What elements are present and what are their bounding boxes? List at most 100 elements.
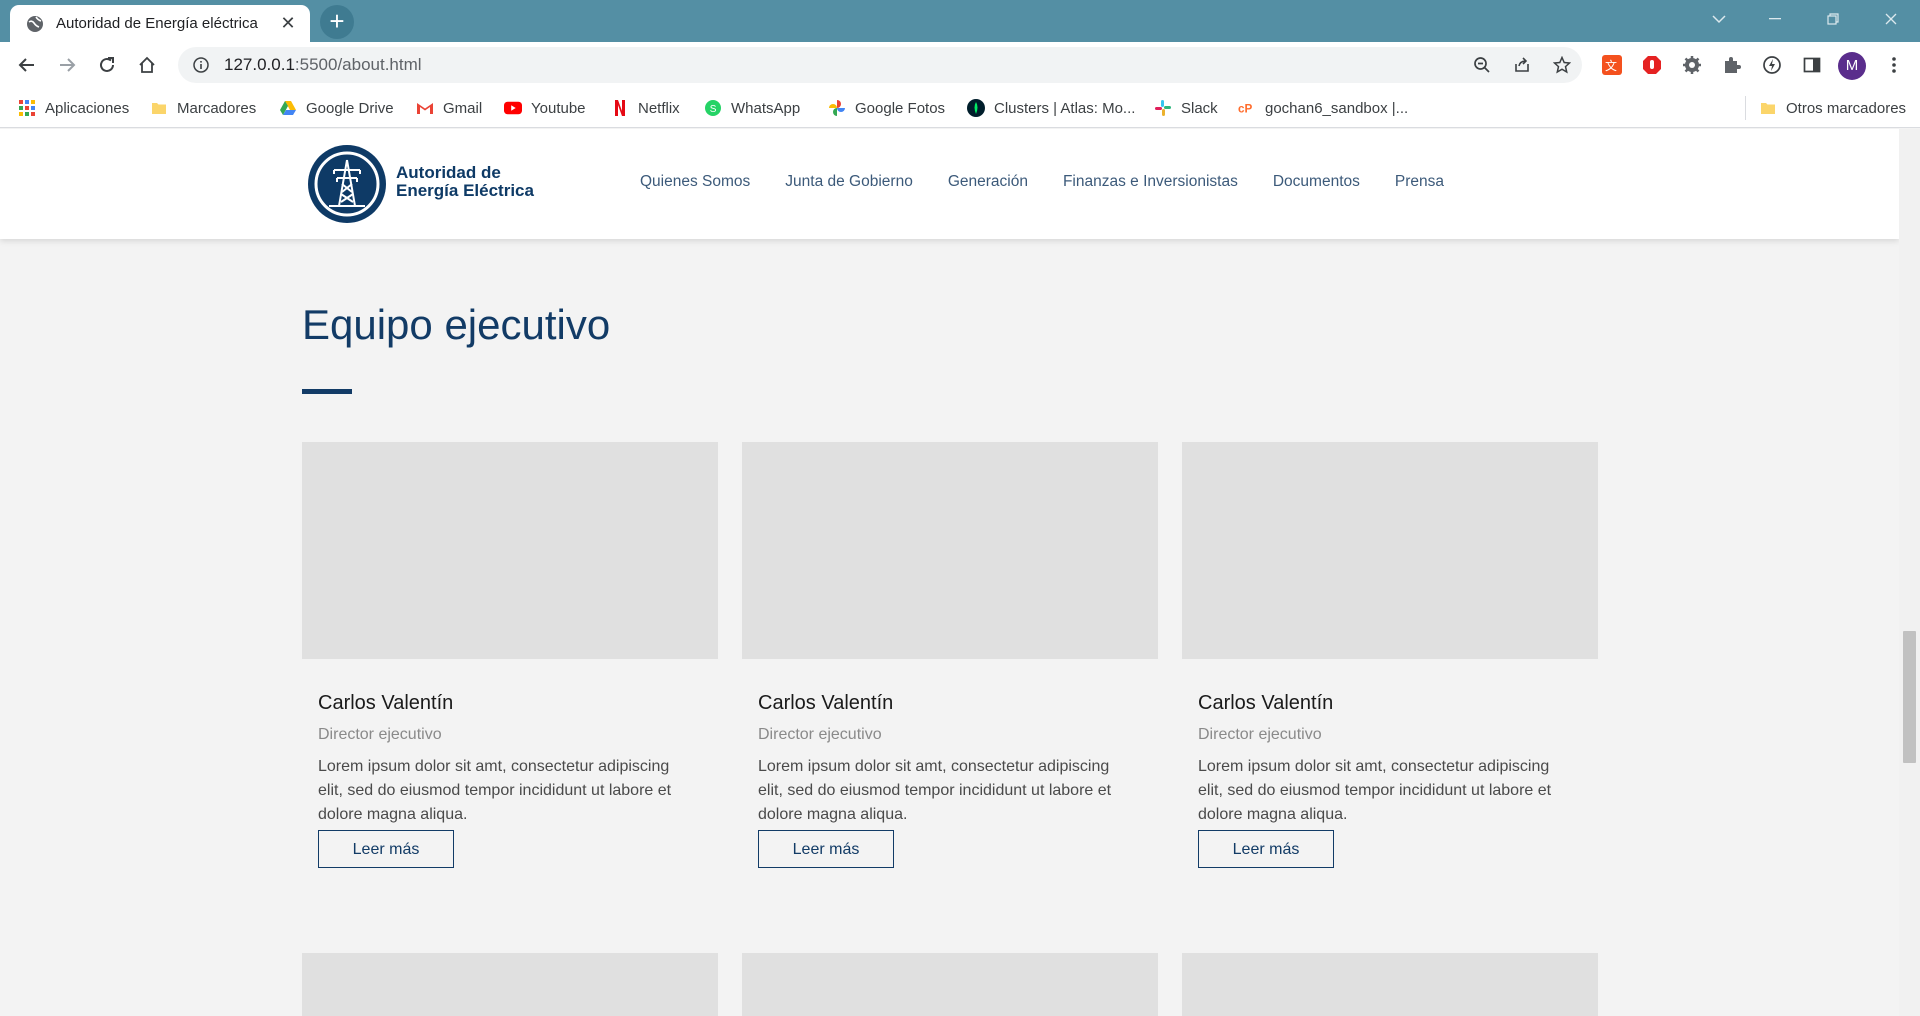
forward-arrow-icon[interactable] [52, 50, 82, 80]
mongodb-icon [967, 99, 985, 117]
folder-icon [1759, 99, 1777, 117]
apps-grid-icon [18, 99, 36, 117]
url-text: 127.0.0.1:5500/about.html [224, 55, 422, 75]
google-drive-icon [279, 99, 297, 117]
team-card-partial [302, 953, 718, 1016]
team-card: Carlos Valentín Director ejecutivo Lorem… [302, 442, 718, 868]
power-tower-logo-icon[interactable] [307, 144, 387, 224]
member-description: Lorem ipsum dolor sit amt, consectetur a… [758, 758, 1112, 823]
team-card: Carlos Valentín Director ejecutivo Lorem… [1182, 442, 1598, 868]
zoom-icon[interactable] [1468, 51, 1496, 79]
back-arrow-icon[interactable] [12, 50, 42, 80]
bookmark-clusters-atlas[interactable]: Clusters | Atlas: Mo... [967, 97, 1135, 119]
adblock-extension-icon[interactable] [1638, 51, 1666, 79]
svg-text:S: S [710, 104, 717, 115]
bookmark-label: Gmail [443, 99, 483, 117]
bookmark-label: Google Drive [306, 99, 394, 117]
bookmark-youtube[interactable]: Youtube [504, 97, 586, 119]
tab-close-icon[interactable]: ✕ [278, 13, 298, 34]
bookmark-label: Slack [1181, 99, 1218, 117]
nav-junta-de-gobierno[interactable]: Junta de Gobierno [785, 173, 913, 191]
scrollbar-thumb[interactable] [1903, 631, 1916, 763]
member-role: Director ejecutivo [758, 726, 882, 743]
photo-placeholder [1182, 442, 1598, 659]
bookmark-star-icon[interactable] [1548, 51, 1576, 79]
member-name: Carlos Valentín [318, 692, 454, 714]
bookmark-label: Marcadores [177, 99, 257, 117]
member-name: Carlos Valentín [758, 692, 894, 714]
restore-icon[interactable] [1808, 0, 1858, 38]
read-more-button[interactable]: Leer más [758, 830, 894, 868]
tab-search-icon[interactable] [1694, 0, 1744, 38]
nav-quienes-somos[interactable]: Quienes Somos [640, 173, 750, 191]
read-more-button[interactable]: Leer más [318, 830, 454, 868]
google-photos-icon [828, 99, 846, 117]
url-path: :5500/about.html [294, 55, 422, 74]
extensions-puzzle-icon[interactable] [1718, 51, 1746, 79]
globe-icon [26, 15, 44, 33]
profile-avatar[interactable]: M [1838, 52, 1866, 80]
new-tab-button[interactable]: + [320, 5, 354, 39]
address-bar[interactable]: 127.0.0.1:5500/about.html [178, 47, 1582, 83]
youtube-icon [504, 99, 522, 117]
member-role: Director ejecutivo [1198, 726, 1322, 743]
bookmark-gochan6-sandbox[interactable]: cP gochan6_sandbox |... [1238, 97, 1408, 119]
bookmark-google-fotos[interactable]: Google Fotos [828, 97, 945, 119]
more-menu-icon[interactable] [1880, 51, 1908, 79]
member-description: Lorem ipsum dolor sit amt, consectetur a… [1198, 758, 1552, 823]
bookmark-netflix[interactable]: Netflix [611, 97, 680, 119]
reload-icon[interactable] [92, 50, 122, 80]
bookmark-slack[interactable]: Slack [1154, 97, 1218, 119]
nav-finanzas[interactable]: Finanzas e Inversionistas [1063, 173, 1238, 191]
folder-icon [150, 99, 168, 117]
bookmark-label: WhatsApp [731, 99, 801, 117]
browser-toolbar: 127.0.0.1:5500/about.html 文 M [0, 42, 1920, 88]
nav-generacion[interactable]: Generación [948, 173, 1028, 191]
brand-line-1: Autoridad de [396, 163, 501, 182]
bookmark-label: gochan6_sandbox |... [1265, 99, 1409, 117]
photo-placeholder [742, 953, 1158, 1016]
page-scrollbar[interactable] [1899, 129, 1920, 1016]
bookmark-marcadores[interactable]: Marcadores [150, 97, 256, 119]
read-more-button[interactable]: Leer más [1198, 830, 1334, 868]
photo-placeholder [1182, 953, 1598, 1016]
bookmark-google-drive[interactable]: Google Drive [279, 97, 394, 119]
browser-tab-active[interactable]: Autoridad de Energía eléctrica ✕ [10, 5, 310, 42]
share-icon[interactable] [1508, 51, 1536, 79]
page-title: Equipo ejecutivo [302, 301, 611, 348]
info-icon[interactable] [192, 56, 210, 74]
settings-extension-icon[interactable] [1678, 51, 1706, 79]
bookmark-gmail[interactable]: Gmail [416, 97, 482, 119]
team-card: Carlos Valentín Director ejecutivo Lorem… [742, 442, 1158, 868]
bookmark-otros-marcadores[interactable]: Otros marcadores [1759, 97, 1906, 119]
bookmark-label: Netflix [638, 99, 680, 117]
photo-placeholder [302, 442, 718, 659]
bookmarks-bar: Aplicaciones Marcadores Google Drive Gma… [0, 88, 1920, 128]
translate-extension-icon[interactable]: 文 [1598, 51, 1626, 79]
close-window-icon[interactable] [1866, 0, 1916, 38]
bookmark-label: Youtube [531, 99, 586, 117]
member-name: Carlos Valentín [1198, 692, 1334, 714]
netflix-icon [611, 99, 629, 117]
minimize-icon[interactable] [1750, 0, 1800, 38]
bookmark-label: Google Fotos [855, 99, 946, 117]
nav-documentos[interactable]: Documentos [1273, 173, 1360, 191]
main-nav: Quienes Somos Junta de Gobierno Generaci… [640, 173, 1444, 191]
browser-tab-bar: Autoridad de Energía eléctrica ✕ + [0, 0, 1920, 42]
side-panel-icon[interactable] [1798, 51, 1826, 79]
bookmark-whatsapp[interactable]: S WhatsApp [704, 97, 800, 119]
photo-placeholder [302, 953, 718, 1016]
performance-icon[interactable] [1758, 51, 1786, 79]
bookmark-label: Aplicaciones [45, 99, 130, 117]
svg-text:cP: cP [1238, 103, 1253, 116]
team-card-partial [1182, 953, 1598, 1016]
brand-name[interactable]: Autoridad de Energía Eléctrica [396, 164, 534, 200]
home-icon[interactable] [132, 50, 162, 80]
page-viewport: Autoridad de Energía Eléctrica Quienes S… [0, 129, 1920, 1016]
bookmark-aplicaciones[interactable]: Aplicaciones [18, 97, 129, 119]
tab-title: Autoridad de Energía eléctrica [56, 15, 258, 32]
brand-line-2: Energía Eléctrica [396, 181, 534, 200]
gmail-icon [416, 99, 434, 117]
cpanel-icon: cP [1238, 99, 1256, 117]
nav-prensa[interactable]: Prensa [1395, 173, 1444, 191]
